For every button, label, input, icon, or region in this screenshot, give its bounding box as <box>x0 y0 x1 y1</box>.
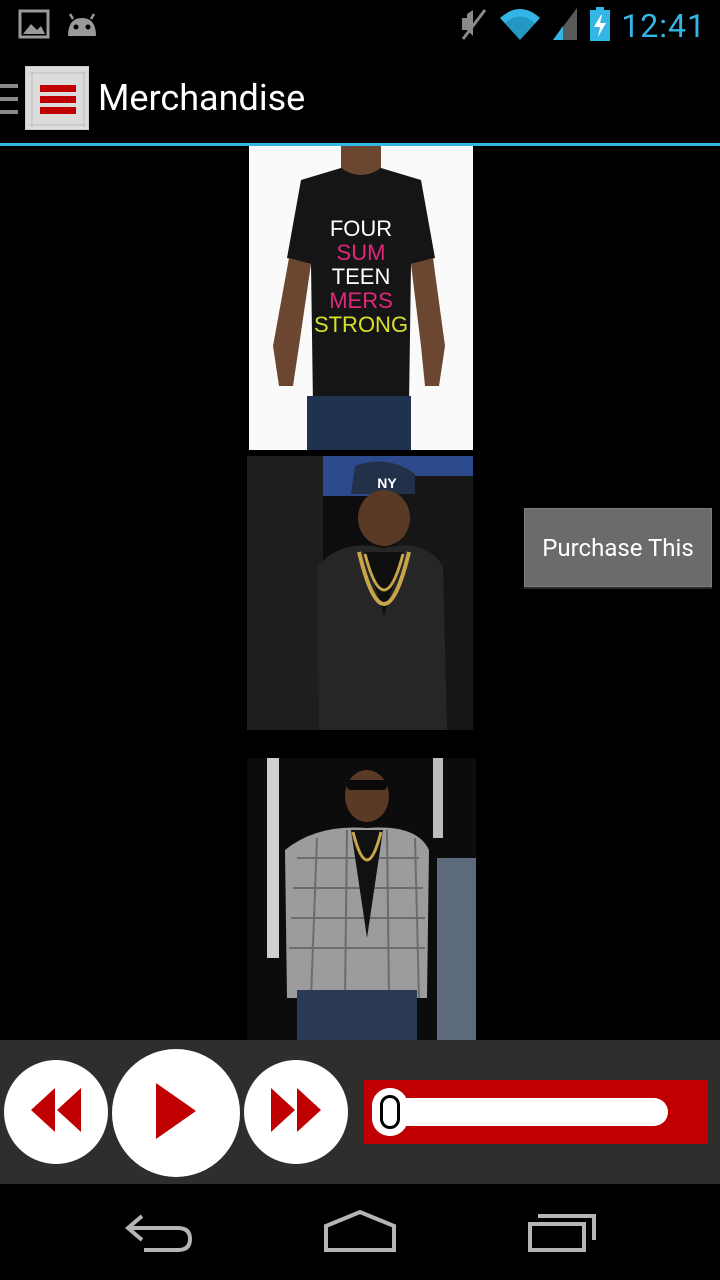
wifi-icon <box>499 6 541 46</box>
seek-bar-thumb[interactable] <box>372 1088 408 1136</box>
drawer-indicator-icon[interactable] <box>0 84 18 114</box>
signal-icon <box>551 6 579 46</box>
rewind-button[interactable] <box>4 1060 108 1164</box>
cap-logo-text: NY <box>377 475 397 491</box>
battery-charging-icon <box>589 6 611 46</box>
plaid-blazer-photo[interactable] <box>247 758 476 1040</box>
shirt-text-line: SUM <box>337 240 386 265</box>
media-player-bar <box>0 1040 720 1184</box>
merchandise-list[interactable]: FOUR SUM TEEN MERS STRONG Purchase This … <box>0 146 720 1040</box>
image-notification-icon <box>18 8 50 44</box>
shirt-text-line: STRONG <box>314 312 408 337</box>
app-logo-icon[interactable] <box>25 66 89 130</box>
android-notification-icon <box>64 8 100 44</box>
seek-bar-track <box>380 1098 668 1126</box>
fast-forward-button[interactable] <box>244 1060 348 1164</box>
leather-jacket-photo[interactable]: NY <box>247 456 473 730</box>
tshirt-product-photo[interactable]: FOUR SUM TEEN MERS STRONG <box>249 146 473 450</box>
mute-icon <box>459 6 489 46</box>
system-navigation-bar <box>0 1184 720 1280</box>
shirt-text-line: FOUR <box>330 216 392 241</box>
recent-apps-icon[interactable] <box>524 1208 600 1260</box>
fast-forward-icon <box>271 1088 321 1136</box>
back-icon[interactable] <box>124 1208 196 1260</box>
status-clock: 12:41 <box>621 7 706 45</box>
shirt-text-line: TEEN <box>332 264 391 289</box>
action-bar: Merchandise <box>0 50 720 146</box>
shirt-text-line: MERS <box>329 288 393 313</box>
status-bar: 12:41 <box>0 0 720 50</box>
page-title: Merchandise <box>98 77 306 119</box>
purchase-button[interactable]: Purchase This <box>524 508 712 587</box>
play-icon <box>156 1083 196 1143</box>
home-icon[interactable] <box>322 1208 398 1260</box>
rewind-icon <box>31 1088 81 1136</box>
play-button[interactable] <box>112 1049 240 1177</box>
